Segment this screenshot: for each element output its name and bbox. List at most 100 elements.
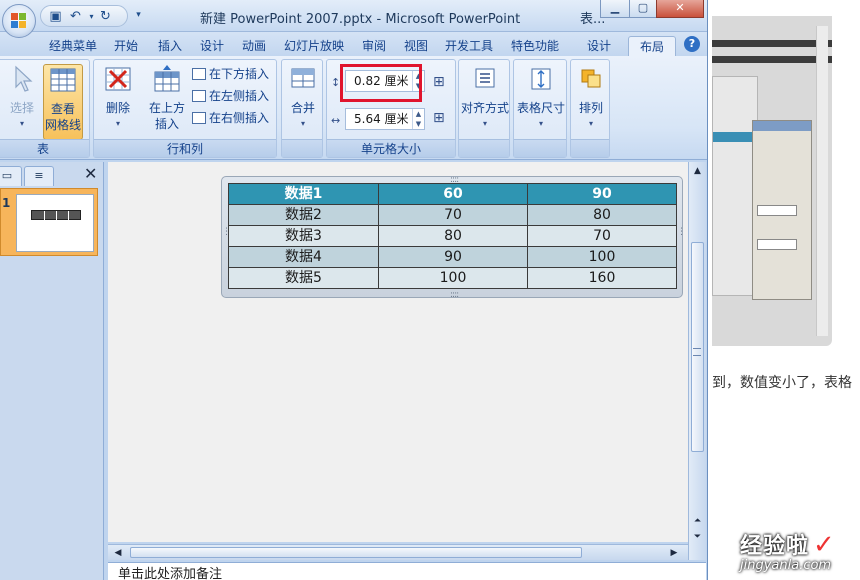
select-label: 选择 bbox=[9, 101, 34, 115]
cell-width-value: 5.64 厘米 bbox=[354, 112, 409, 126]
slide-table[interactable]: 数据1 60 90 数据2 70 80 数据3 80 70 数据4 90 100… bbox=[228, 183, 677, 289]
outline-tab-icon[interactable]: ≡ bbox=[24, 166, 54, 186]
table-row: 数据5 100 160 bbox=[228, 267, 677, 289]
tab-developer[interactable]: 开发工具 bbox=[440, 36, 498, 56]
vertical-scrollbar[interactable]: ▲ ⏶ ⏷ bbox=[688, 162, 706, 560]
alignment-button[interactable]: 对齐方式 ▾ bbox=[459, 64, 511, 132]
table-row: 数据4 90 100 bbox=[228, 246, 677, 268]
office-logo-icon bbox=[11, 13, 27, 29]
table-cell[interactable]: 160 bbox=[527, 267, 677, 289]
resize-handle-bottom[interactable]: :::: bbox=[450, 291, 459, 300]
table-group: 选择 ▾ 查看 网格线 表 bbox=[0, 59, 90, 158]
close-icon[interactable]: ✕ bbox=[84, 166, 97, 182]
chevron-down-icon: ▾ bbox=[588, 119, 593, 128]
watermark-url: jingyanla.com bbox=[740, 558, 832, 573]
arrange-button[interactable]: 排列 ▾ bbox=[571, 64, 611, 132]
tab-home[interactable]: 开始 bbox=[108, 36, 144, 56]
merge-label: 合并 bbox=[290, 101, 315, 115]
redo-icon[interactable]: ↻ bbox=[97, 8, 114, 25]
table-cell[interactable]: 90 bbox=[378, 246, 528, 268]
next-slide-icon[interactable]: ⏷ bbox=[691, 530, 704, 544]
merge-button[interactable]: 合并 ▾ bbox=[286, 64, 320, 132]
tab-design[interactable]: 设计 bbox=[194, 36, 230, 56]
table-selection-frame[interactable]: :::: :::: ⋮ ⋮ 数据1 60 90 数据2 70 80 数据3 80 bbox=[221, 176, 686, 300]
table-cell[interactable]: 90 bbox=[527, 183, 677, 205]
tab-view[interactable]: 视图 bbox=[398, 36, 434, 56]
scroll-right-icon[interactable]: ▶ bbox=[668, 547, 680, 559]
insert-below-button[interactable]: 在下方插入 bbox=[192, 66, 269, 82]
merge-group: 合并 ▾ bbox=[281, 59, 323, 158]
table-cell[interactable]: 数据4 bbox=[228, 246, 379, 268]
watermark: 经验啦 ✓ jingyanla.com bbox=[740, 528, 835, 573]
distribute-columns-icon[interactable]: ⊞ bbox=[433, 110, 445, 126]
table-cell[interactable]: 100 bbox=[527, 246, 677, 268]
insert-column-left-icon bbox=[192, 90, 206, 102]
chevron-down-icon: ▾ bbox=[538, 119, 543, 128]
table-size-button[interactable]: 表格尺寸 ▾ bbox=[514, 64, 568, 132]
watermark-text: 经验啦 bbox=[740, 534, 810, 559]
table-cell[interactable]: 70 bbox=[378, 204, 528, 226]
office-button[interactable] bbox=[2, 4, 36, 38]
vertical-scroll-thumb[interactable] bbox=[691, 242, 704, 452]
cursor-icon bbox=[15, 65, 33, 92]
table-cell[interactable]: 80 bbox=[378, 225, 528, 247]
insert-left-label: 在左侧插入 bbox=[209, 89, 270, 103]
tab-classic-menu[interactable]: 经典菜单 bbox=[44, 36, 102, 56]
arrange-label: 排列 bbox=[578, 101, 603, 115]
table-size-group: 表格尺寸 ▾ bbox=[513, 59, 567, 158]
rows-columns-group: 删除 ▾ 在上方 插入 在下方插入 在左侧插入 在右侧插入 行和列 bbox=[93, 59, 277, 158]
maximize-button[interactable]: ▢ bbox=[629, 0, 657, 18]
table-size-icon bbox=[531, 68, 551, 90]
table-cell[interactable]: 70 bbox=[527, 225, 677, 247]
help-icon[interactable]: ? bbox=[684, 36, 700, 52]
previous-slide-icon[interactable]: ⏶ bbox=[691, 514, 704, 528]
minimize-button[interactable]: ▁ bbox=[600, 0, 630, 18]
delete-button[interactable]: 删除 ▾ bbox=[98, 64, 138, 132]
web-article-screenshot bbox=[712, 16, 832, 346]
table-cell[interactable]: 80 bbox=[527, 204, 677, 226]
table-cell[interactable]: 数据2 bbox=[228, 204, 379, 226]
tab-insert[interactable]: 插入 bbox=[152, 36, 188, 56]
scroll-left-icon[interactable]: ◀ bbox=[112, 547, 124, 559]
powerpoint-window: ▣ ↶ ▾ ↻ ▾ 新建 PowerPoint 2007.pptx - Micr… bbox=[0, 0, 708, 580]
close-button[interactable]: ✕ bbox=[656, 0, 704, 18]
table-cell[interactable]: 100 bbox=[378, 267, 528, 289]
alignment-label: 对齐方式 bbox=[460, 101, 509, 115]
horizontal-scroll-thumb[interactable] bbox=[130, 547, 582, 558]
table-cell[interactable]: 数据5 bbox=[228, 267, 379, 289]
insert-above-label: 在上方 插入 bbox=[148, 101, 185, 131]
slides-tab-icon[interactable]: ▭ bbox=[0, 166, 22, 186]
scroll-up-icon[interactable]: ▲ bbox=[691, 164, 704, 178]
tab-review[interactable]: 审阅 bbox=[356, 36, 392, 56]
table-group-label: 表 bbox=[0, 139, 89, 157]
cell-width-input[interactable]: 5.64 厘米 ▲ ▼ bbox=[345, 108, 425, 130]
resize-handle-right[interactable]: ⋮ bbox=[677, 228, 686, 237]
web-article-text: 到，数值变小了，表格 bbox=[712, 375, 852, 391]
customize-toolbar-icon[interactable]: ▾ bbox=[130, 7, 147, 24]
tab-slide-show[interactable]: 幻灯片放映 bbox=[278, 36, 350, 56]
insert-left-button[interactable]: 在左侧插入 bbox=[192, 88, 269, 104]
insert-right-button[interactable]: 在右侧插入 bbox=[192, 110, 269, 126]
insert-above-button[interactable]: 在上方 插入 bbox=[144, 64, 190, 132]
table-size-label: 表格尺寸 bbox=[516, 101, 565, 115]
tab-animations[interactable]: 动画 bbox=[236, 36, 272, 56]
tab-table-design[interactable]: 设计 bbox=[578, 36, 620, 56]
horizontal-scrollbar[interactable]: ◀ ▶ bbox=[108, 544, 688, 560]
table-cell[interactable]: 60 bbox=[378, 183, 528, 205]
save-icon[interactable]: ▣ bbox=[47, 8, 64, 25]
checkmark-icon: ✓ bbox=[813, 530, 835, 560]
width-spinner-arrows-icon[interactable]: ▲ ▼ bbox=[412, 109, 424, 129]
table-cell[interactable]: 数据1 bbox=[228, 183, 379, 205]
tab-special-features[interactable]: 特色功能 bbox=[506, 36, 564, 56]
highlight-annotation bbox=[340, 64, 422, 102]
table-cell[interactable]: 数据3 bbox=[228, 225, 379, 247]
distribute-rows-icon[interactable]: ⊞ bbox=[433, 74, 445, 90]
notes-pane[interactable]: 单击此处添加备注 bbox=[108, 562, 706, 580]
row-height-icon: ↕ bbox=[331, 76, 341, 89]
tab-layout[interactable]: 布局 bbox=[628, 36, 676, 56]
select-button[interactable]: 选择 ▾ bbox=[5, 64, 39, 132]
notes-placeholder: 单击此处添加备注 bbox=[118, 567, 223, 580]
slide-thumbnail[interactable] bbox=[16, 194, 94, 252]
view-gridlines-button[interactable]: 查看 网格线 bbox=[43, 64, 83, 140]
undo-icon[interactable]: ↶ bbox=[67, 8, 84, 25]
